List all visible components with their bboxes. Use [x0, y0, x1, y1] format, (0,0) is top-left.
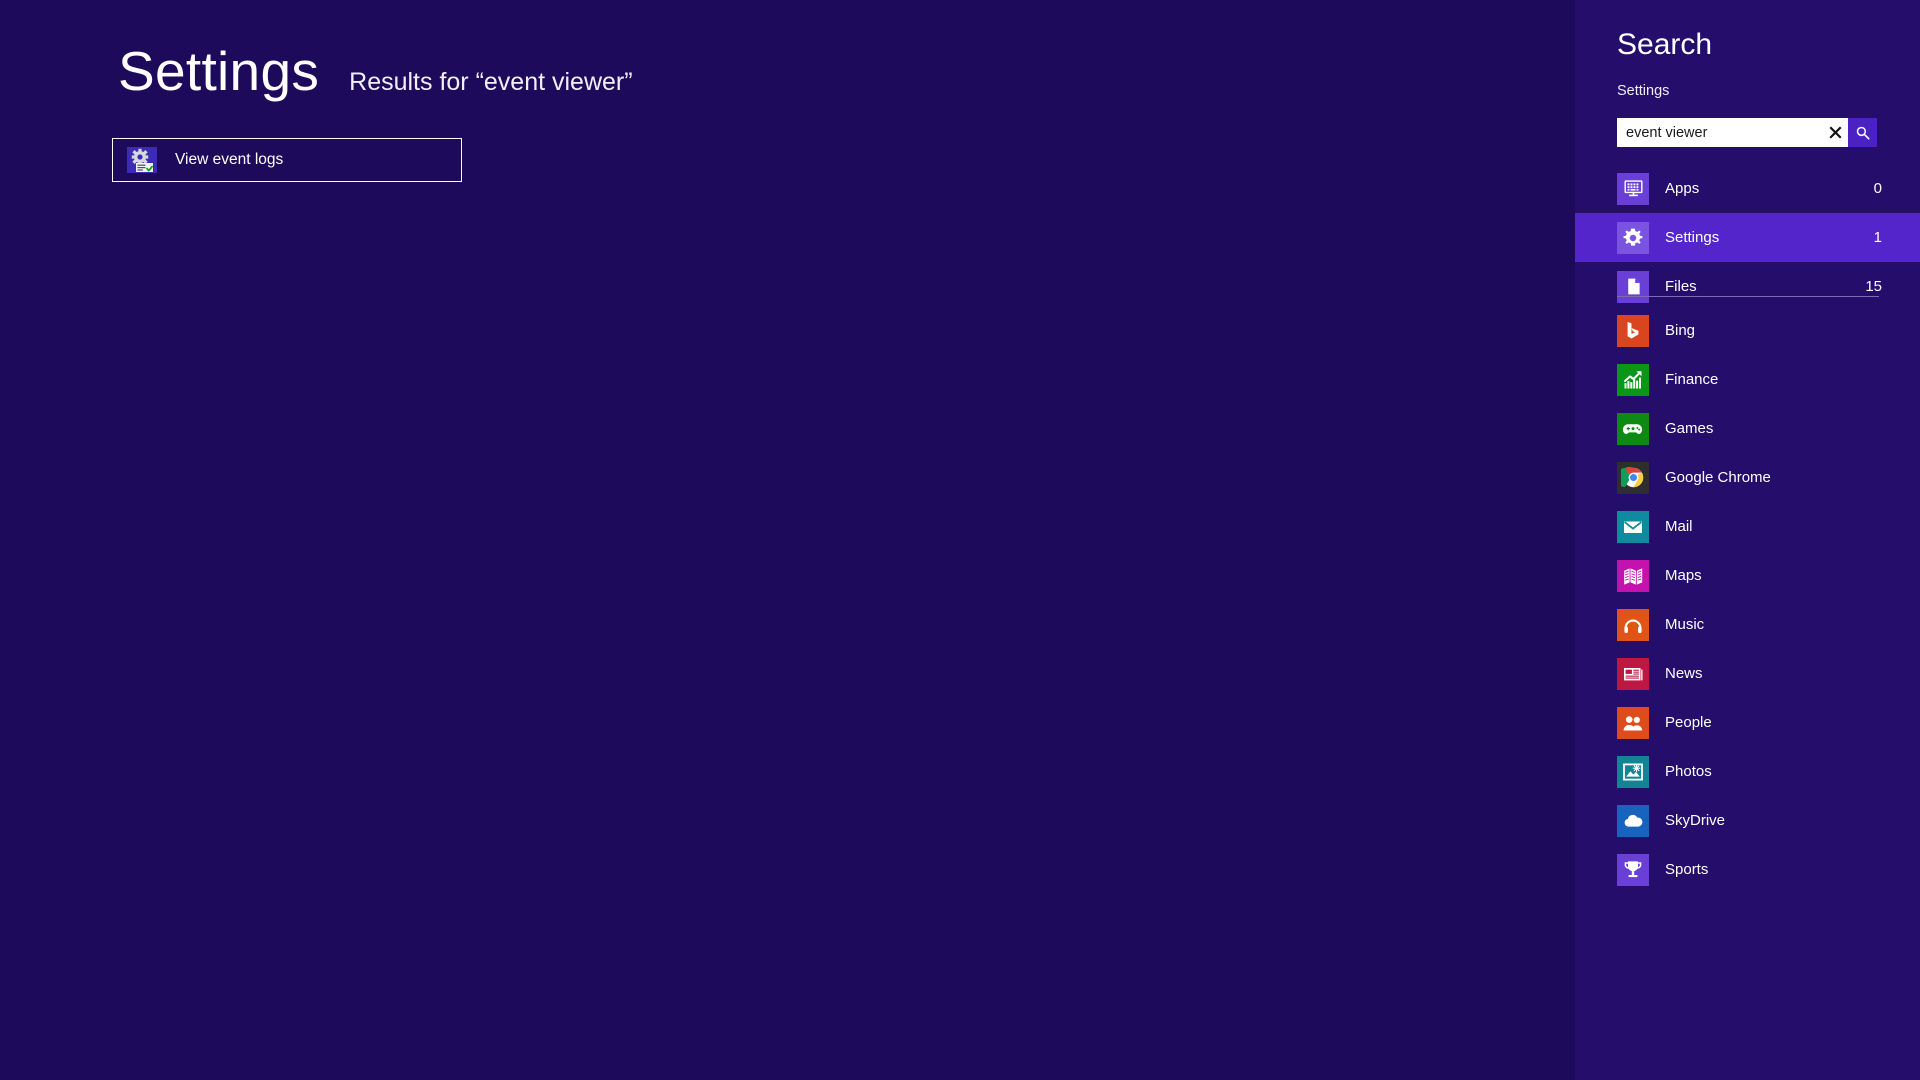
app-label: Music	[1665, 616, 1705, 633]
apps-monitor-icon	[1617, 172, 1649, 205]
scope-divider	[1617, 296, 1879, 297]
search-app-list: Bing Finance Games Google Chrome Mail Ma…	[1575, 306, 1920, 894]
app-label: Maps	[1665, 567, 1702, 584]
scope-row-apps[interactable]: Apps 0	[1575, 164, 1920, 213]
maps-icon	[1617, 559, 1649, 592]
app-row-google-chrome[interactable]: Google Chrome	[1575, 453, 1920, 502]
app-label: Finance	[1665, 371, 1719, 388]
photos-icon	[1617, 755, 1649, 788]
search-panel-heading: Search	[1617, 28, 1713, 61]
app-row-bing[interactable]: Bing	[1575, 306, 1920, 355]
app-label: SkyDrive	[1665, 812, 1726, 829]
scope-label: Files	[1665, 278, 1697, 295]
app-label: Games	[1665, 420, 1714, 437]
magnifier-icon[interactable]	[1848, 118, 1877, 147]
app-row-maps[interactable]: Maps	[1575, 551, 1920, 600]
app-row-photos[interactable]: Photos	[1575, 747, 1920, 796]
app-label: Mail	[1665, 518, 1693, 535]
control-panel-gear-icon	[127, 147, 157, 173]
search-input[interactable]	[1617, 118, 1822, 147]
results-pane: Settings Results for “event viewer” View…	[0, 0, 1575, 1080]
scope-row-files[interactable]: Files 15	[1575, 262, 1920, 311]
app-label: News	[1665, 665, 1703, 682]
sports-icon	[1617, 853, 1649, 886]
scope-count: 1	[1873, 229, 1882, 246]
chrome-icon	[1617, 461, 1649, 494]
app-row-mail[interactable]: Mail	[1575, 502, 1920, 551]
app-row-skydrive[interactable]: SkyDrive	[1575, 796, 1920, 845]
scope-label: Apps	[1665, 180, 1700, 197]
search-scope-list: Apps 0 Settings 1 Files 15	[1575, 164, 1920, 311]
people-icon	[1617, 706, 1649, 739]
document-icon	[1617, 270, 1649, 303]
search-scope-label: Settings	[1617, 83, 1670, 99]
bing-icon	[1617, 314, 1649, 347]
search-box[interactable]	[1617, 118, 1877, 147]
search-result-item-view-event-logs[interactable]: View event logs	[112, 138, 462, 182]
app-row-news[interactable]: News	[1575, 649, 1920, 698]
search-result-label: View event logs	[175, 151, 284, 168]
app-label: People	[1665, 714, 1712, 731]
skydrive-icon	[1617, 804, 1649, 837]
app-label: Google Chrome	[1665, 469, 1771, 486]
scope-row-settings[interactable]: Settings 1	[1575, 213, 1920, 262]
search-charm-panel: Search Settings event viewer Apps 0 Sett…	[1575, 0, 1920, 1080]
app-row-games[interactable]: Games	[1575, 404, 1920, 453]
scope-count: 0	[1873, 180, 1882, 197]
app-row-people[interactable]: People	[1575, 698, 1920, 747]
results-header: Settings Results for “event viewer”	[118, 44, 633, 99]
app-row-sports[interactable]: Sports	[1575, 845, 1920, 894]
app-row-finance[interactable]: Finance	[1575, 355, 1920, 404]
finance-icon	[1617, 363, 1649, 396]
clear-search-button[interactable]	[1822, 118, 1848, 147]
music-icon	[1617, 608, 1649, 641]
scope-label: Settings	[1665, 229, 1720, 246]
gear-icon	[1617, 221, 1649, 254]
app-label: Sports	[1665, 861, 1709, 878]
app-label: Bing	[1665, 322, 1696, 339]
mail-icon	[1617, 510, 1649, 543]
results-subtitle: Results for “event viewer”	[349, 68, 633, 96]
app-row-music[interactable]: Music	[1575, 600, 1920, 649]
news-icon	[1617, 657, 1649, 690]
page-title: Settings	[118, 40, 320, 102]
app-label: Photos	[1665, 763, 1712, 780]
games-icon	[1617, 412, 1649, 445]
scope-count: 15	[1865, 278, 1882, 295]
